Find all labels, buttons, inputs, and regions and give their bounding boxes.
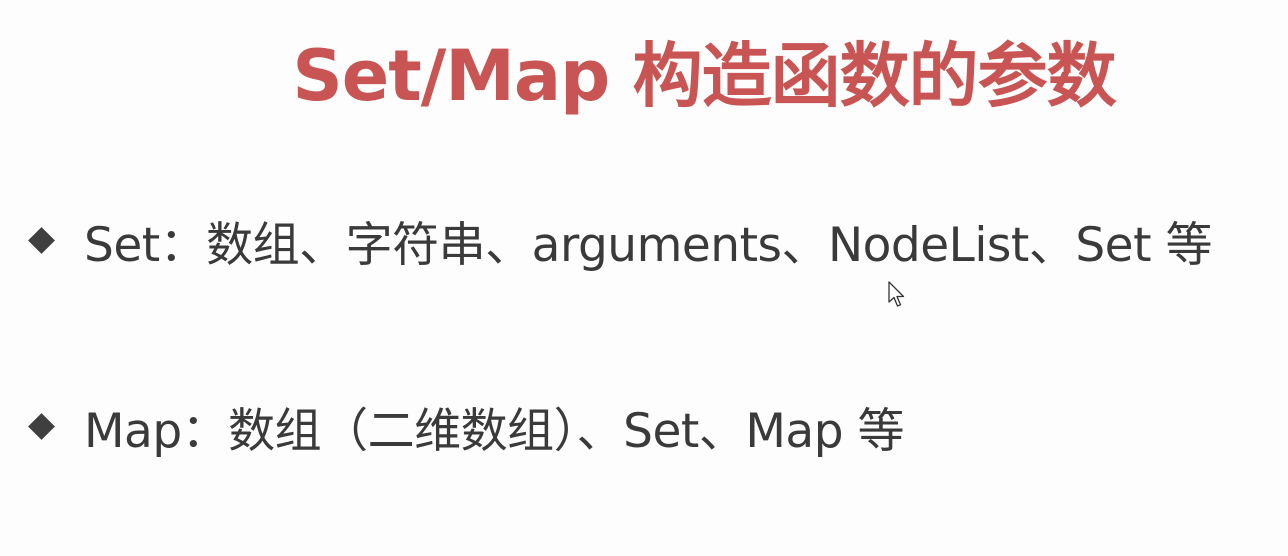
mouse-pointer-icon bbox=[888, 281, 905, 307]
slide-title: Set/Map 构造函数的参数 bbox=[292, 35, 1116, 117]
diamond-bullet-icon bbox=[28, 413, 54, 439]
bullet-item-map: Map：数组（二维数组）、Set、Map 等 bbox=[28, 394, 905, 459]
bullet-text-set: Set：数组、字符串、arguments、NodeList、Set 等 bbox=[84, 217, 1212, 273]
slide: Set/Map 构造函数的参数 Set：数组、字符串、arguments、Nod… bbox=[0, 0, 1288, 556]
bullet-text-map: Map：数组（二维数组）、Set、Map 等 bbox=[84, 403, 905, 459]
bullet-item-set: Set：数组、字符串、arguments、NodeList、Set 等 bbox=[28, 208, 1212, 273]
diamond-bullet-icon bbox=[28, 227, 54, 253]
